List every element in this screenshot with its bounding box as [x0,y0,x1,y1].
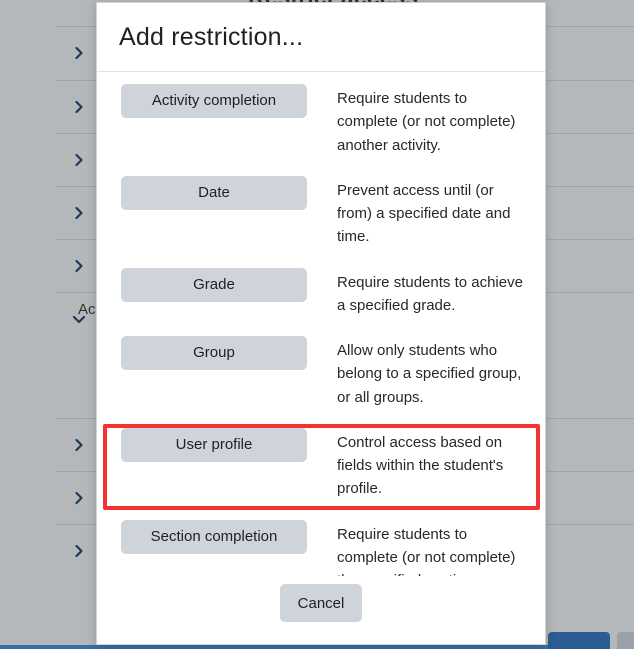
restriction-option-button[interactable]: Grade [121,267,307,302]
modal-footer: Cancel [97,576,545,644]
modal-body: Activity completion Require students to c… [97,72,545,576]
restriction-option-row: User profile Control access based on fiel… [97,427,545,501]
modal-header: Add restriction... [97,3,545,72]
background-save-button[interactable] [548,632,610,649]
chevron-right-icon[interactable] [70,44,88,62]
background-bottom-strip [0,645,548,649]
restriction-option-description: Require students to complete (or not com… [337,525,516,577]
cancel-button[interactable]: Cancel [279,584,363,622]
restriction-option-description: Require students to complete (or not com… [337,90,516,154]
restriction-option-list: Activity completion Require students to c… [97,84,545,576]
background-accordion-label: Ac [78,301,96,318]
restriction-option-row: Grade Require students to achieve a speci… [97,267,545,318]
restriction-option-description: Require students to achieve a specified … [337,273,523,314]
chevron-right-icon[interactable] [70,489,88,507]
restriction-option-description: Prevent access until (or from) a specifi… [337,181,511,246]
restriction-option-description: Allow only students who belong to a spec… [337,342,522,406]
restriction-option-row: Section completion Require students to co… [97,519,545,577]
chevron-right-icon[interactable] [70,257,88,275]
chevron-right-icon[interactable] [70,204,88,222]
background-cancel-button[interactable] [617,632,634,649]
restriction-option-button[interactable]: Section completion [121,519,307,554]
restriction-option-button[interactable]: Activity completion [121,84,307,118]
page-title: Add restriction... [119,22,304,51]
chevron-right-icon[interactable] [70,151,88,169]
screen: Restrict access Ac Add restriction... Ac… [0,0,634,649]
chevron-right-icon[interactable] [70,436,88,454]
restriction-option-button[interactable]: Group [121,336,307,370]
restriction-option-row: Activity completion Require students to c… [97,84,545,157]
restriction-option-button[interactable]: Date [121,175,307,210]
add-restriction-modal: Add restriction... Activity completion Re… [96,2,546,645]
chevron-right-icon[interactable] [70,542,88,560]
restriction-option-description: Control access based on fields within th… [337,433,504,498]
chevron-right-icon[interactable] [70,98,88,116]
restriction-option-row: Group Allow only students who belong to a… [97,336,545,409]
restriction-option-button[interactable]: User profile [121,427,307,462]
restriction-option-row: Date Prevent access until (or from) a spe… [97,175,545,249]
